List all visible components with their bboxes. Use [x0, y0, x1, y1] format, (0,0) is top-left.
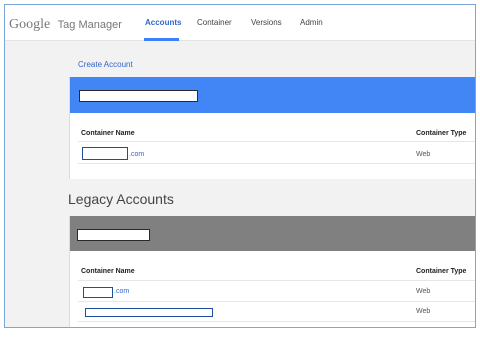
- column-header-container-type: Container Type: [416, 130, 467, 137]
- container-type-cell: Web: [416, 288, 431, 295]
- tab-admin[interactable]: Admin: [300, 18, 323, 27]
- tab-accounts[interactable]: Accounts: [145, 18, 181, 27]
- container-name-redaction: [85, 308, 213, 317]
- column-header-container-name: Container Name: [81, 130, 135, 137]
- top-nav: Google Tag Manager Accounts Container Ve…: [5, 5, 475, 41]
- container-link[interactable]: .com: [129, 151, 144, 158]
- container-name-redaction: [83, 287, 113, 298]
- row-divider: [78, 141, 475, 142]
- legacy-account-name-redaction: [77, 229, 150, 241]
- tab-versions[interactable]: Versions: [251, 18, 282, 27]
- row-divider: [78, 321, 475, 322]
- account-header[interactable]: [70, 77, 475, 113]
- google-tag-manager-logo[interactable]: Google Tag Manager: [9, 15, 122, 32]
- create-account-link[interactable]: Create Account: [78, 60, 133, 69]
- legacy-accounts-heading: Legacy Accounts: [68, 191, 174, 207]
- google-wordmark: Google: [9, 17, 51, 32]
- legacy-account-card: Container Name Container Type .com Web W…: [69, 216, 475, 327]
- legacy-account-header[interactable]: [70, 216, 475, 251]
- container-link[interactable]: .com: [114, 288, 129, 295]
- row-divider: [78, 163, 475, 164]
- container-type-cell: Web: [416, 308, 431, 315]
- account-name-redaction: [79, 90, 198, 102]
- product-name: Tag Manager: [57, 19, 122, 31]
- active-tab-indicator: [144, 38, 179, 41]
- row-divider: [78, 280, 475, 281]
- window-frame: Google Tag Manager Accounts Container Ve…: [4, 4, 476, 328]
- account-card: Container Name Container Type .com Web: [69, 77, 475, 179]
- container-type-cell: Web: [416, 151, 431, 158]
- column-header-container-name: Container Name: [81, 268, 135, 275]
- container-name-redaction: [82, 147, 128, 160]
- tab-container[interactable]: Container: [197, 18, 232, 27]
- column-header-container-type: Container Type: [416, 268, 467, 275]
- row-divider: [78, 301, 475, 302]
